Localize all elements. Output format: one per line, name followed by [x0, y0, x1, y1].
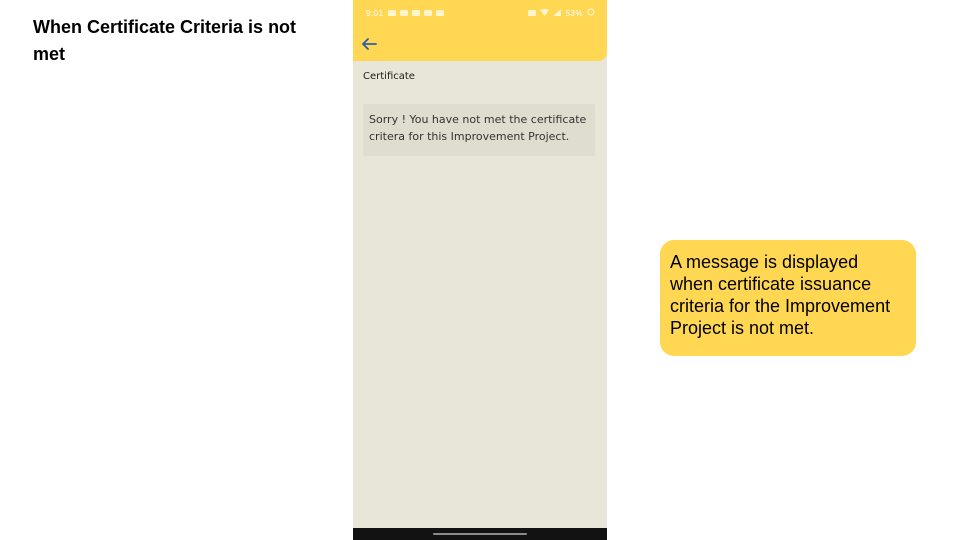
callout-note: A message is displayed when certificate … — [660, 240, 916, 356]
battery-icon — [587, 8, 595, 18]
youtube-icon — [435, 10, 444, 16]
home-gesture-handle[interactable] — [433, 533, 527, 535]
system-nav-bar — [353, 528, 607, 540]
wifi-icon — [540, 8, 550, 18]
certificate-heading: Certificate — [363, 71, 415, 82]
phone-screen: 9:01 53% Certificate Sorry ! You have no… — [353, 0, 607, 540]
criteria-not-met-message: Sorry ! You have not met the certificate… — [363, 104, 595, 156]
status-left: 9:01 — [366, 9, 444, 18]
send-icon — [399, 10, 408, 16]
alarm-icon — [528, 10, 537, 16]
slide-title: When Certificate Criteria is not met — [33, 17, 297, 64]
app-bar: 9:01 53% — [353, 0, 607, 61]
status-bar: 9:01 53% — [353, 0, 607, 26]
status-time: 9:01 — [366, 8, 384, 18]
status-right: 53% — [528, 8, 595, 18]
back-arrow-icon[interactable] — [361, 36, 379, 54]
notification-icon — [387, 10, 396, 16]
youtube-icon — [423, 10, 432, 16]
signal-icon — [553, 8, 562, 18]
battery-text: 53% — [565, 8, 583, 18]
youtube-icon — [411, 10, 420, 16]
